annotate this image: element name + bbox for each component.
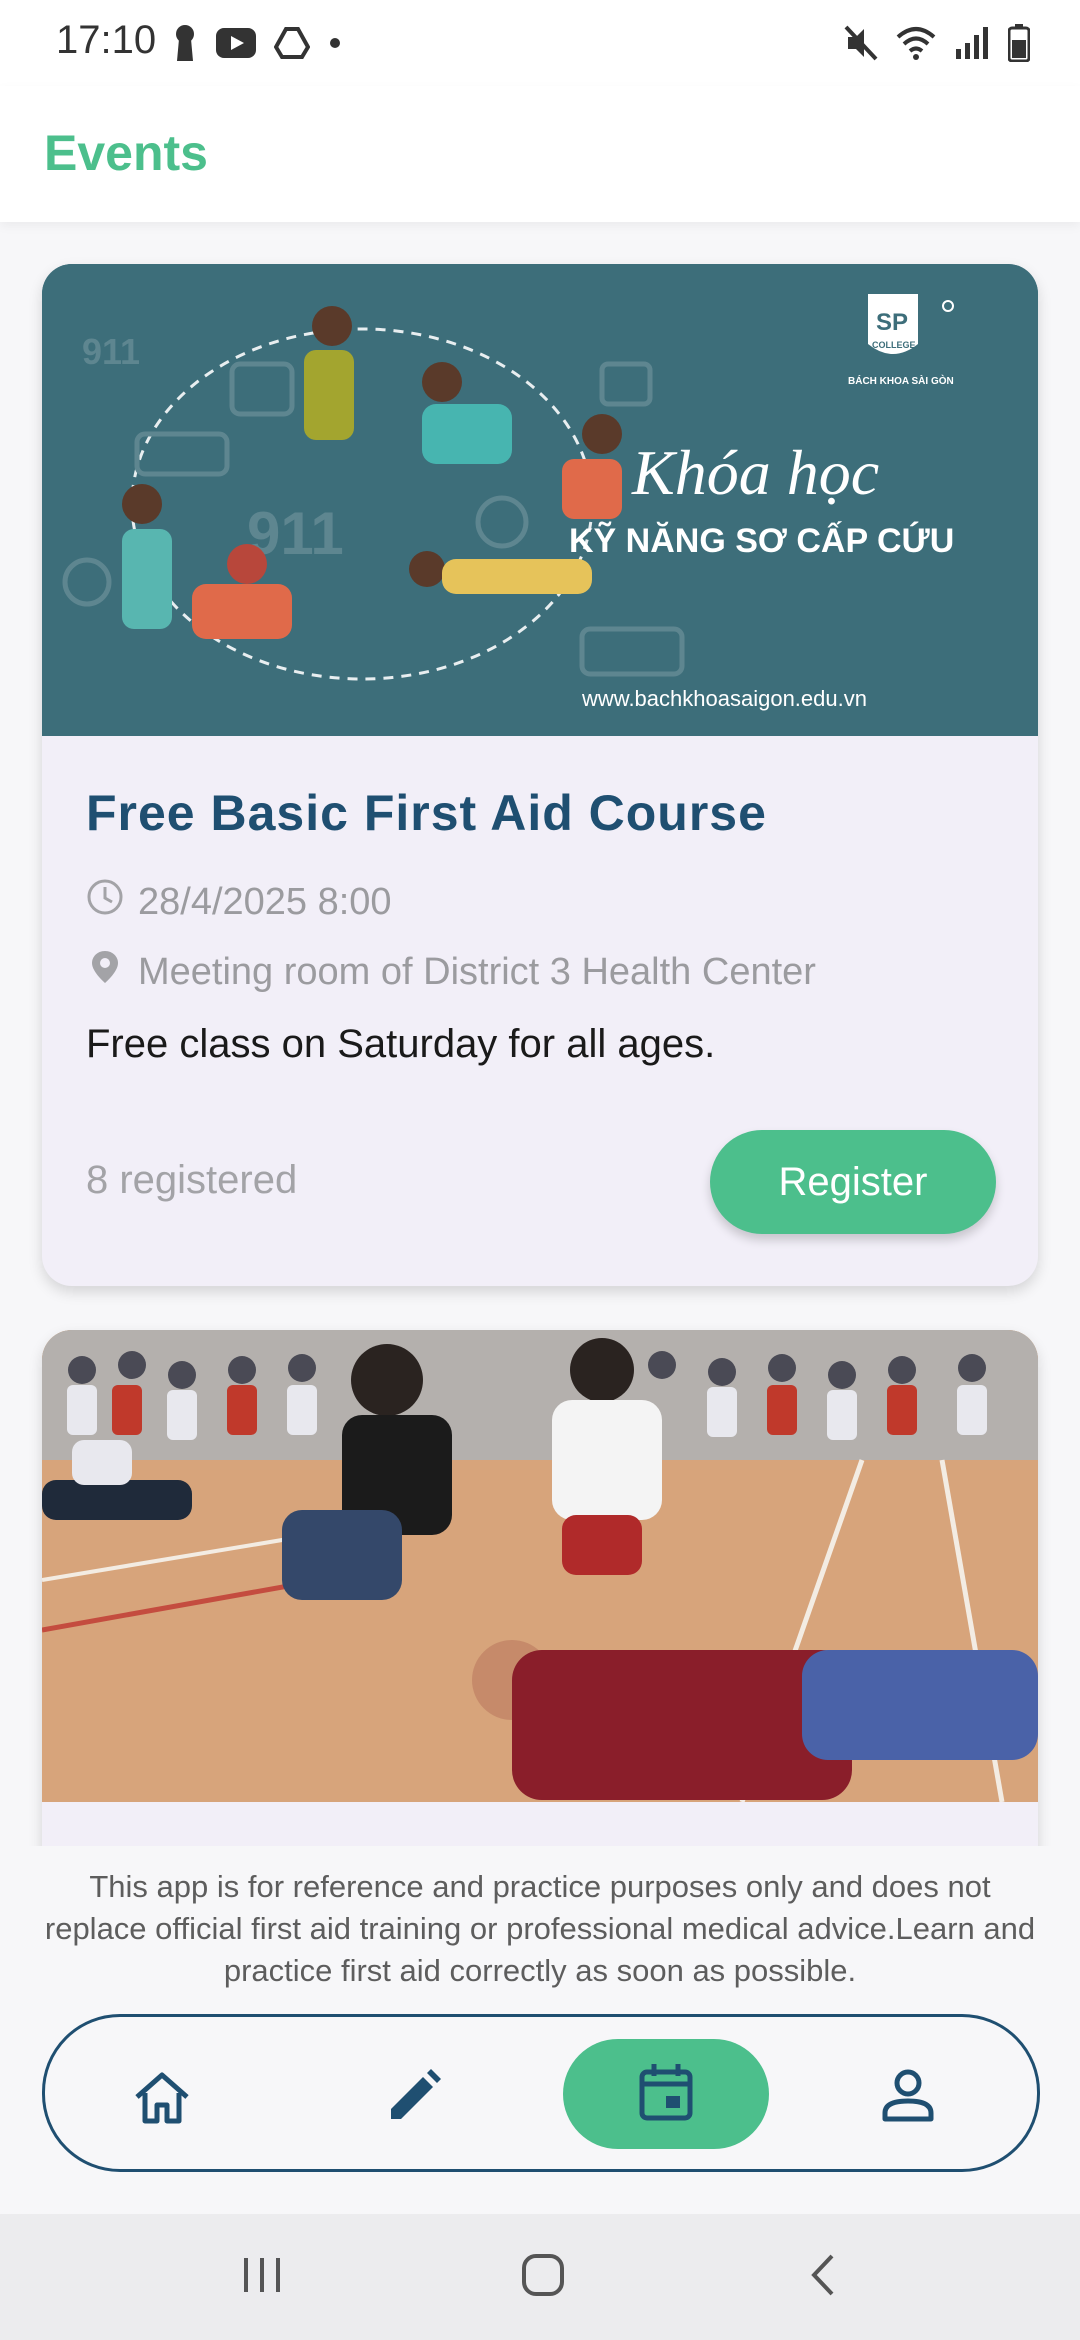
event-description: Free class on Saturday for all ages. [86,1022,716,1066]
svg-text:Khóa học: Khóa học [631,437,879,508]
mute-icon [844,25,878,61]
system-nav-bar [0,2214,1080,2340]
svg-text:COLLEGE: COLLEGE [872,340,916,350]
event-datetime: 28/4/2025 8:00 [138,880,392,923]
svg-text:KỸ NĂNG SƠ CẤP CỨU: KỸ NĂNG SƠ CẤP CỨU [569,522,954,560]
bottom-nav [42,2014,1040,2172]
status-bar: 17:10 [0,0,1080,86]
app-bar: Events [0,86,1080,222]
event-title: Free Basic First Aid Course [86,785,767,841]
calendar-icon [638,2062,694,2127]
event-location-row: Meeting room of District 3 Health Center [86,948,816,996]
edit-icon [383,2067,443,2132]
nav-home[interactable] [45,2039,251,2149]
event-card[interactable] [42,1330,1038,1890]
battery-icon [1008,24,1030,62]
event-datetime-row: 28/4/2025 8:00 [86,878,392,926]
svg-text:911: 911 [82,331,140,372]
status-time: 17:10 [56,18,157,62]
home-button-icon[interactable] [518,2250,568,2305]
svg-text:www.bachkhoasaigon.edu.vn: www.bachkhoasaigon.edu.vn [581,686,867,711]
back-icon[interactable] [800,2250,850,2305]
disclaimer-text: This app is for reference and practice p… [44,1869,1036,1988]
svg-text:BÁCH KHOA SÀI GÒN: BÁCH KHOA SÀI GÒN [848,374,954,387]
wifi-icon [896,25,936,61]
location-pin-icon [86,948,124,996]
event-banner-image: 911 911 Khóa học KỸ NĂNG SƠ CẤP CỨU www.… [42,264,1038,736]
nav-practice[interactable] [311,2039,517,2149]
home-icon [133,2071,191,2130]
clock-icon [86,878,124,926]
dot-icon [328,36,342,50]
signal-icon [954,25,990,61]
status-right-icons [844,20,1030,66]
page-title: Events [44,125,208,181]
drive-icon [274,27,310,59]
event-card[interactable]: 911 911 Khóa học KỸ NĂNG SƠ CẤP CỨU www.… [42,264,1038,1286]
keyhole-icon [172,23,198,63]
register-button[interactable]: Register [710,1130,996,1234]
registered-count: 8 registered [86,1158,298,1202]
nav-events[interactable] [563,2039,769,2149]
status-left-icons [172,20,342,66]
youtube-icon [216,28,256,58]
nav-profile[interactable] [805,2039,1011,2149]
svg-text:SP: SP [876,309,908,336]
recent-apps-icon[interactable] [238,2250,288,2305]
profile-icon [881,2067,935,2128]
event-banner-image [42,1330,1038,1803]
event-location: Meeting room of District 3 Health Center [138,950,816,993]
